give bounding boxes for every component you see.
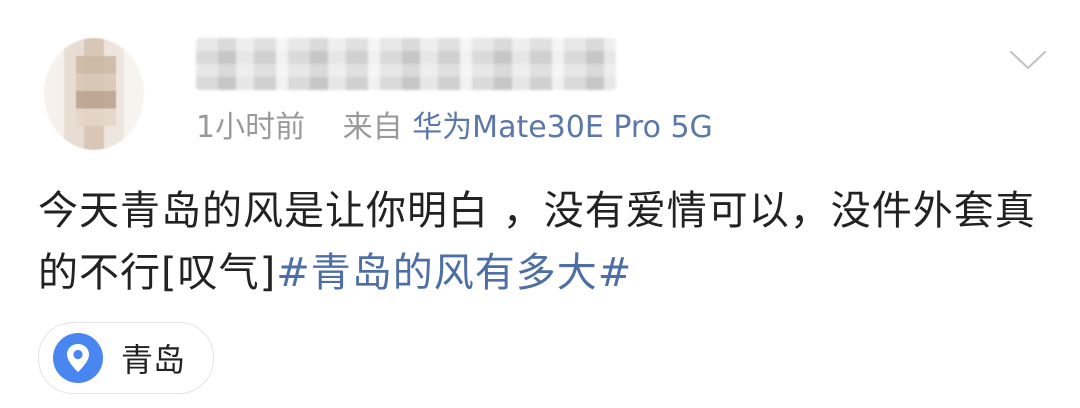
device-link[interactable]: 华为Mate30E Pro 5G [412, 110, 713, 145]
location-tag[interactable]: 青岛 [38, 322, 215, 394]
source-prefix: 来自 [342, 110, 403, 145]
weibo-post-card: 1小时前 来自 华为Mate30E Pro 5G 今天青岛的风是让你明白 ，没有… [0, 0, 1080, 408]
username-redacted[interactable] [196, 38, 616, 90]
location-pin-icon [53, 333, 103, 383]
user-avatar[interactable] [44, 38, 144, 150]
chevron-down-icon[interactable] [1008, 48, 1048, 72]
post-time: 1小时前 [196, 110, 306, 145]
location-label: 青岛 [121, 341, 186, 379]
hashtag-link[interactable]: #青岛的风有多大# [276, 250, 632, 296]
post-body: 今天青岛的风是让你明白 ，没有爱情可以，没件外套真的不行[叹气]#青岛的风有多大… [38, 180, 1048, 304]
post-meta: 1小时前 来自 华为Mate30E Pro 5G [196, 108, 713, 148]
